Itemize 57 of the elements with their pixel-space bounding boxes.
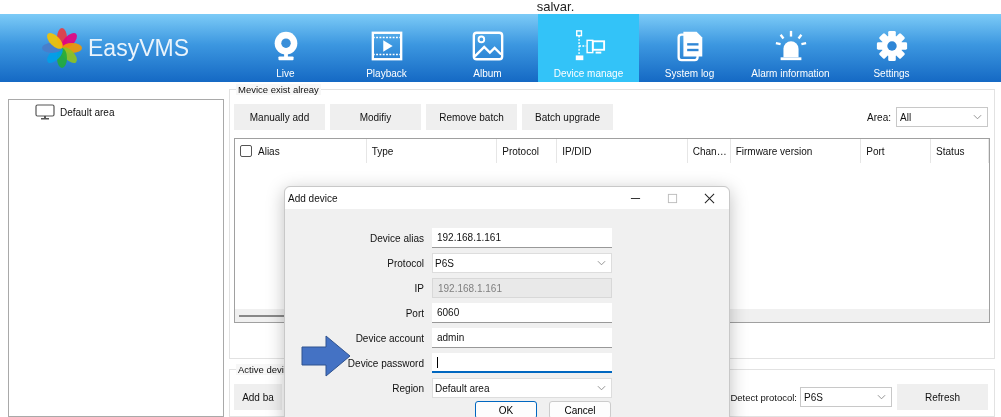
nav-tab[interactable]: Playback <box>336 14 437 82</box>
tree-item[interactable]: Default area <box>35 104 223 120</box>
toolbar-button[interactable]: Manually add <box>234 104 325 130</box>
column-header: Protocol <box>502 145 539 157</box>
toolbar-button[interactable]: Batch upgrade <box>522 104 613 130</box>
image-icon <box>470 29 505 63</box>
nav-tab[interactable]: System log <box>639 14 740 82</box>
column-header: Alias <box>258 145 280 157</box>
field-label: Region <box>391 382 424 394</box>
column-header: IP/DID <box>562 145 592 157</box>
toolbar-button[interactable]: Modifiy <box>330 104 421 130</box>
monitor-icon <box>35 104 55 120</box>
input-field[interactable]: admin <box>432 328 612 348</box>
field-label: Device account <box>354 332 424 344</box>
column-header: Firmware version <box>735 145 813 157</box>
dialog-title: Add device <box>288 192 338 204</box>
close-icon[interactable] <box>704 192 715 204</box>
toolbar-button[interactable]: Add ba <box>234 384 282 410</box>
field-label: IP <box>413 282 424 294</box>
chevron-down-icon <box>597 385 606 391</box>
area-select[interactable]: All <box>896 107 988 127</box>
chevron-down-icon <box>973 114 982 120</box>
column-header: Status <box>936 145 965 157</box>
column-header: Chan… <box>692 145 727 157</box>
group-title: Mevice exist alreay <box>236 84 321 95</box>
nav-tab[interactable]: Live <box>235 14 336 82</box>
area-label: Area: <box>867 111 891 123</box>
column-header: Port <box>866 145 885 157</box>
toolbar-button[interactable]: Remove batch <box>426 104 517 130</box>
input-field[interactable] <box>432 353 612 373</box>
field-label: Device password <box>346 357 424 369</box>
flower-logo-icon <box>42 28 82 68</box>
field-label: Port <box>404 307 424 319</box>
chevron-down-icon <box>877 394 886 400</box>
dialog-button[interactable]: OK <box>475 401 537 417</box>
refresh-button[interactable]: Refresh <box>897 384 988 410</box>
group-title: Active devi <box>236 364 286 375</box>
field-label: Device alias <box>369 232 424 244</box>
nav-tab[interactable]: Settings <box>841 14 942 82</box>
nav-tab[interactable]: Album <box>437 14 538 82</box>
settings-icon <box>874 29 909 63</box>
field-label: Protocol <box>386 257 424 269</box>
select-all-checkbox[interactable] <box>240 145 252 157</box>
detect-protocol-label: Detect protocol: <box>730 391 797 403</box>
input-field[interactable]: 192.168.1.161 <box>432 228 612 248</box>
alarm-light-icon <box>773 29 808 63</box>
select-field[interactable]: Default area <box>432 378 612 398</box>
column-header: Type <box>371 145 394 157</box>
app-name: EasyVMS <box>88 34 189 62</box>
film-icon <box>369 29 404 63</box>
nav-tab[interactable]: Alarm information <box>740 14 841 82</box>
chevron-down-icon <box>597 260 606 266</box>
input-field[interactable]: 6060 <box>432 303 612 323</box>
select-field[interactable]: P6S <box>432 253 612 273</box>
caption-text: salvar. <box>536 0 575 14</box>
protocol-select[interactable]: P6S <box>800 387 892 407</box>
dialog-button[interactable]: Cancel <box>549 401 611 417</box>
